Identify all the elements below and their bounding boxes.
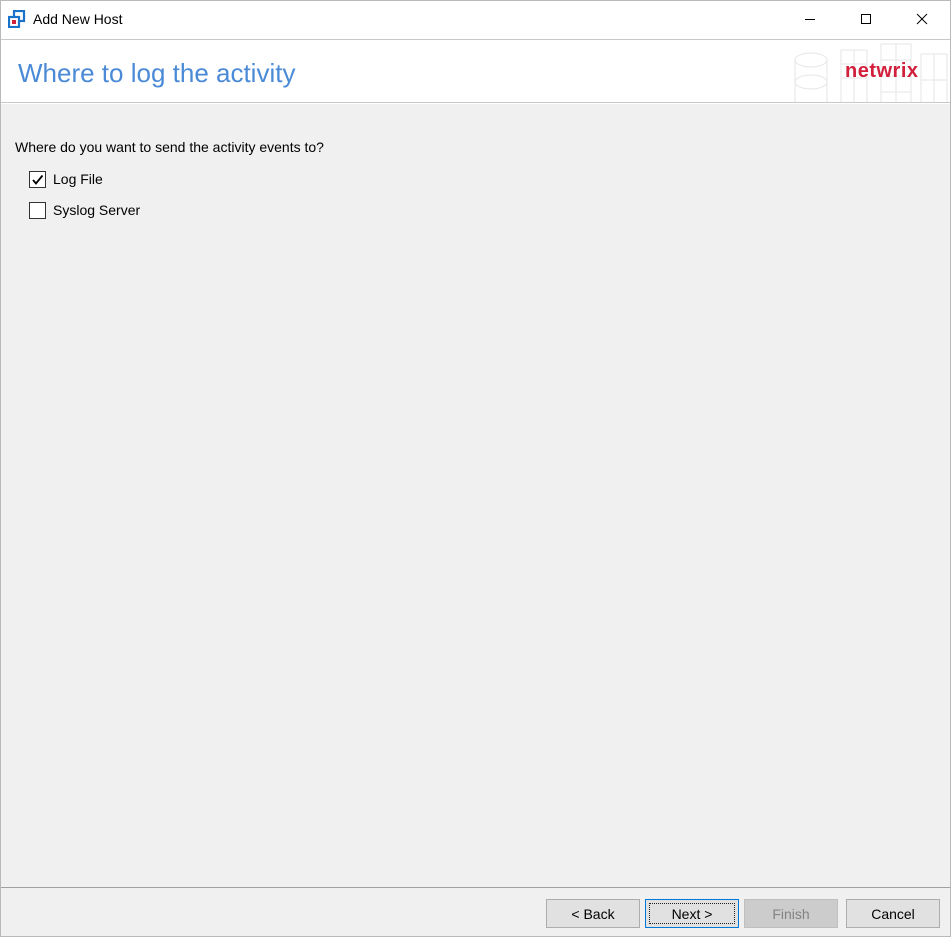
wizard-header: Where to log the activity netwrix (1, 39, 950, 103)
log-file-option[interactable]: Log File (29, 169, 103, 189)
minimize-button[interactable] (787, 1, 833, 37)
finish-button-label: Finish (772, 905, 810, 922)
app-window-icon (7, 9, 26, 29)
log-file-checkbox[interactable] (29, 170, 46, 188)
maximize-button[interactable] (843, 1, 889, 37)
add-new-host-dialog: Add New Host Where to log the activity n… (0, 0, 951, 937)
page-title: Where to log the activity (18, 58, 296, 88)
syslog-server-label: Syslog Server (53, 202, 141, 218)
wizard-content: Where do you want to send the activity e… (1, 104, 950, 887)
maximize-icon (860, 13, 872, 25)
title-bar: Add New Host (1, 1, 950, 39)
window-title: Add New Host (33, 11, 123, 27)
syslog-server-checkbox[interactable] (29, 201, 46, 219)
back-button[interactable]: < Back (546, 899, 640, 928)
close-button[interactable] (899, 1, 945, 37)
focus-indicator (649, 903, 735, 924)
minimize-icon (804, 13, 816, 25)
cancel-button-label: Cancel (871, 905, 915, 922)
close-icon (916, 13, 928, 25)
checkmark-icon (32, 174, 44, 185)
log-file-label: Log File (53, 171, 103, 187)
back-button-label: < Back (571, 905, 615, 922)
cancel-button[interactable]: Cancel (846, 899, 940, 928)
wizard-footer: < Back Next > Finish Cancel (1, 887, 950, 936)
finish-button: Finish (744, 899, 838, 928)
next-button[interactable]: Next > (645, 899, 739, 928)
destination-prompt: Where do you want to send the activity e… (15, 139, 324, 155)
netwrix-logo: netwrix (845, 60, 919, 82)
syslog-server-option[interactable]: Syslog Server (29, 200, 140, 220)
